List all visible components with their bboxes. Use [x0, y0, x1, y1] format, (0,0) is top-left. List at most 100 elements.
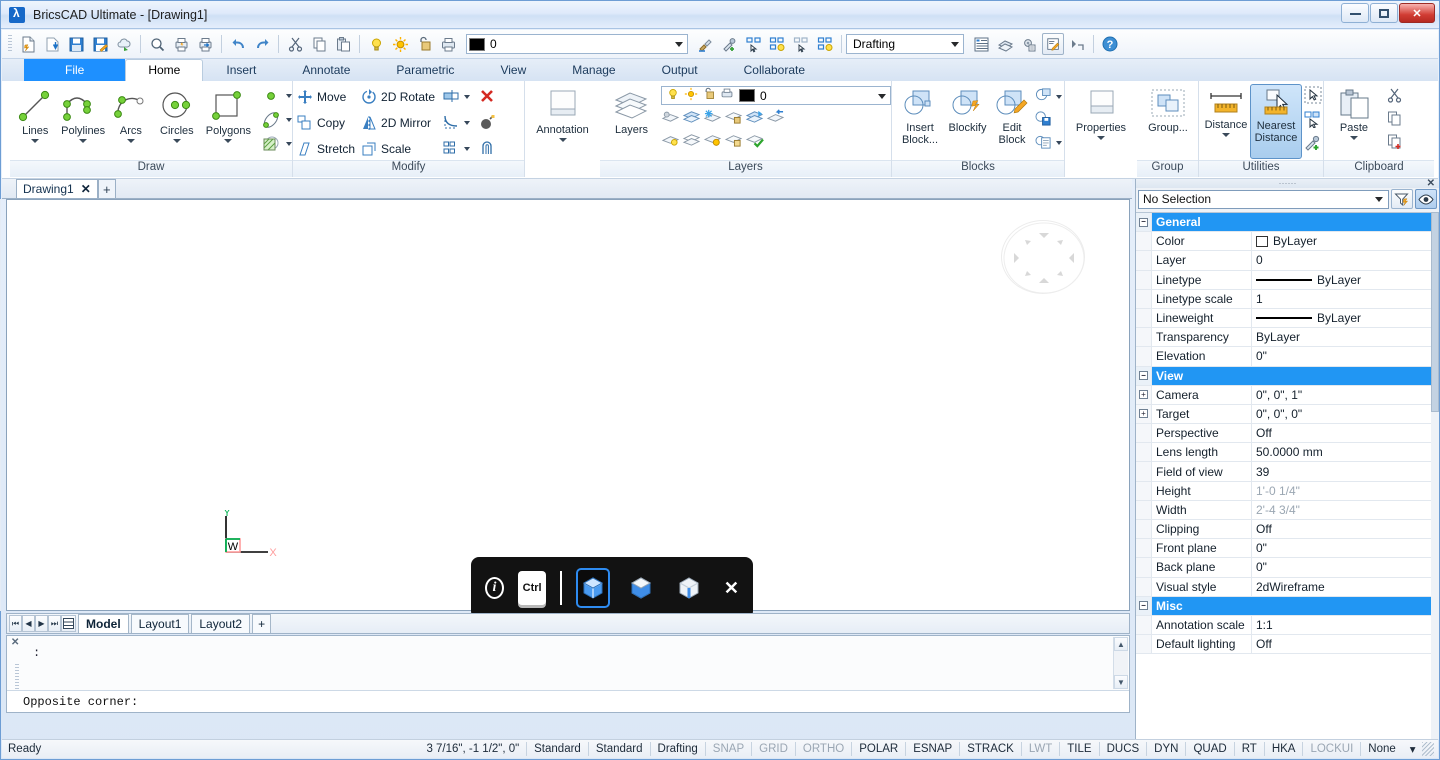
layer-on-icon[interactable] — [365, 33, 387, 55]
block-attributes-icon[interactable] — [1035, 134, 1052, 153]
layer-off-icon[interactable] — [661, 108, 680, 128]
modify-2d-rotate-button[interactable]: 2D Rotate — [361, 86, 435, 108]
lookfrom-compass-icon[interactable] — [1001, 220, 1085, 294]
settings-icon[interactable] — [1018, 33, 1040, 55]
document-tab-drawing1[interactable]: Drawing1 ✕ — [16, 179, 98, 198]
command-line-grip[interactable] — [15, 664, 19, 690]
selection-combo[interactable]: No Selection — [1138, 190, 1389, 209]
modify-move-button[interactable]: Move — [297, 86, 355, 108]
layer-plot-icon[interactable] — [720, 87, 734, 104]
property-row[interactable]: Front plane0" — [1136, 539, 1439, 558]
chevron-down-icon[interactable] — [173, 139, 181, 143]
properties-scrollbar[interactable] — [1431, 212, 1439, 739]
property-row[interactable]: Layer0 — [1136, 251, 1439, 270]
close-button[interactable]: ✕ — [1399, 3, 1435, 23]
block-save-row[interactable] — [1035, 109, 1062, 131]
modify-scale-button[interactable]: Scale — [361, 138, 435, 160]
draw-circles-button[interactable]: Circles — [153, 84, 201, 156]
layer-freeze-icon[interactable] — [703, 108, 722, 128]
layout2-tab[interactable]: Layout2 — [191, 614, 250, 633]
property-group-header[interactable]: −Misc — [1136, 597, 1439, 616]
property-value[interactable]: 0", 0", 1" — [1252, 386, 1439, 404]
property-row[interactable]: Annotation scale1:1 — [1136, 616, 1439, 635]
chevron-down-icon[interactable] — [1350, 136, 1358, 140]
draw-hatch-button[interactable] — [260, 133, 292, 155]
modify-stretch-button[interactable]: Stretch — [297, 138, 355, 160]
status-toggle-quad[interactable]: QUAD — [1187, 743, 1232, 755]
tab-manage[interactable]: Manage — [549, 59, 638, 81]
status-toggle-tile[interactable]: TILE — [1061, 743, 1097, 755]
cloud-icon[interactable] — [113, 33, 135, 55]
chevron-down-icon[interactable] — [1222, 133, 1230, 137]
drawing-canvas[interactable]: W Y X — [6, 199, 1130, 611]
layer-selector-combo[interactable]: 0 — [466, 34, 688, 54]
property-value[interactable]: 39 — [1252, 462, 1439, 480]
group-button[interactable]: Group... — [1137, 81, 1199, 135]
property-value[interactable]: 0 — [1252, 251, 1439, 269]
tab-output[interactable]: Output — [639, 59, 721, 81]
drawing-explorer-icon[interactable] — [994, 33, 1016, 55]
property-row[interactable]: ClippingOff — [1136, 520, 1439, 539]
nearest-distance-button[interactable]: Nearest Distance — [1250, 84, 1302, 159]
property-value[interactable]: ByLayer — [1252, 271, 1439, 289]
ribbon-layer-combo[interactable]: 0 — [661, 86, 891, 105]
properties-close-icon[interactable]: ✕ — [1427, 178, 1435, 189]
property-row[interactable]: LineweightByLayer — [1136, 309, 1439, 328]
property-row[interactable]: Width2'-4 3/4" — [1136, 501, 1439, 520]
property-row[interactable]: TransparencyByLayer — [1136, 328, 1439, 347]
status-toggle-grid[interactable]: GRID — [753, 743, 794, 755]
command-input[interactable]: Opposite corner: — [7, 690, 1129, 712]
status-menu-caret[interactable]: ▾ — [1404, 742, 1422, 756]
solid-select-mode-icon[interactable] — [576, 568, 610, 608]
property-value[interactable]: 2'-4 3/4" — [1252, 501, 1439, 519]
chevron-down-icon[interactable] — [286, 94, 292, 98]
draw-lines-button[interactable]: Lines — [14, 84, 57, 156]
previous-tab-button[interactable]: ◀ — [22, 615, 35, 632]
help-icon[interactable]: ? — [1099, 33, 1121, 55]
modify-2d-mirror-button[interactable]: 2D Mirror — [361, 112, 435, 134]
draw-polylines-button[interactable]: Polylines — [58, 84, 109, 156]
chevron-down-icon[interactable] — [79, 139, 87, 143]
quick-print-icon[interactable] — [170, 33, 192, 55]
block-save-icon[interactable] — [1035, 110, 1052, 129]
property-row[interactable]: ColorByLayer — [1136, 232, 1439, 251]
chevron-down-icon[interactable] — [1375, 197, 1383, 202]
layers-button[interactable]: Layers — [606, 85, 657, 151]
explode-icon[interactable] — [479, 114, 495, 133]
edge-select-mode-icon[interactable] — [672, 568, 706, 608]
property-row[interactable]: Height1'-0 1/4" — [1136, 482, 1439, 501]
chevron-down-icon[interactable] — [878, 94, 886, 99]
property-row[interactable]: LinetypeByLayer — [1136, 271, 1439, 290]
chevron-down-icon[interactable] — [464, 121, 470, 125]
show-all-icon[interactable] — [814, 33, 836, 55]
chevron-down-icon[interactable] — [1056, 95, 1062, 99]
first-tab-button[interactable]: ⏮ — [9, 615, 22, 632]
properties-panel-grip[interactable]: ⋯⋯ ✕ — [1136, 179, 1439, 188]
block-attributes-row[interactable] — [1035, 132, 1062, 154]
layer-stack-icon[interactable] — [682, 131, 701, 151]
copy-icon[interactable] — [1386, 110, 1403, 130]
quick-select-icon[interactable] — [1304, 110, 1322, 131]
blockify-button[interactable]: Blockify — [944, 85, 991, 155]
status-toggle-standard[interactable]: Standard — [528, 743, 587, 755]
chevron-down-icon[interactable] — [127, 139, 135, 143]
chevron-down-icon[interactable] — [951, 42, 959, 47]
property-row[interactable]: Field of view39 — [1136, 462, 1439, 481]
property-row[interactable]: Lens length50.0000 mm — [1136, 443, 1439, 462]
chevron-down-icon[interactable] — [1056, 141, 1062, 145]
command-line-close-button[interactable]: ✕ — [11, 637, 19, 648]
status-toggle-polar[interactable]: POLAR — [853, 743, 904, 755]
isolate-objects-icon[interactable] — [766, 33, 788, 55]
status-toggle-lockui[interactable]: LOCKUI — [1304, 743, 1359, 755]
layer-merge-icon[interactable] — [745, 108, 764, 128]
property-row[interactable]: Default lightingOff — [1136, 635, 1439, 654]
draw-point-button[interactable] — [260, 85, 292, 107]
property-value[interactable]: 1 — [1252, 290, 1439, 308]
modify-array-row[interactable] — [443, 138, 495, 160]
command-scrollbar[interactable]: ▲ ▼ — [1113, 637, 1128, 689]
draw-ellipse-button[interactable] — [260, 109, 292, 131]
paste-icon[interactable] — [332, 33, 354, 55]
eye-icon[interactable] — [1415, 189, 1437, 209]
offset-icon[interactable] — [479, 140, 495, 159]
property-value[interactable]: ByLayer — [1252, 232, 1439, 250]
